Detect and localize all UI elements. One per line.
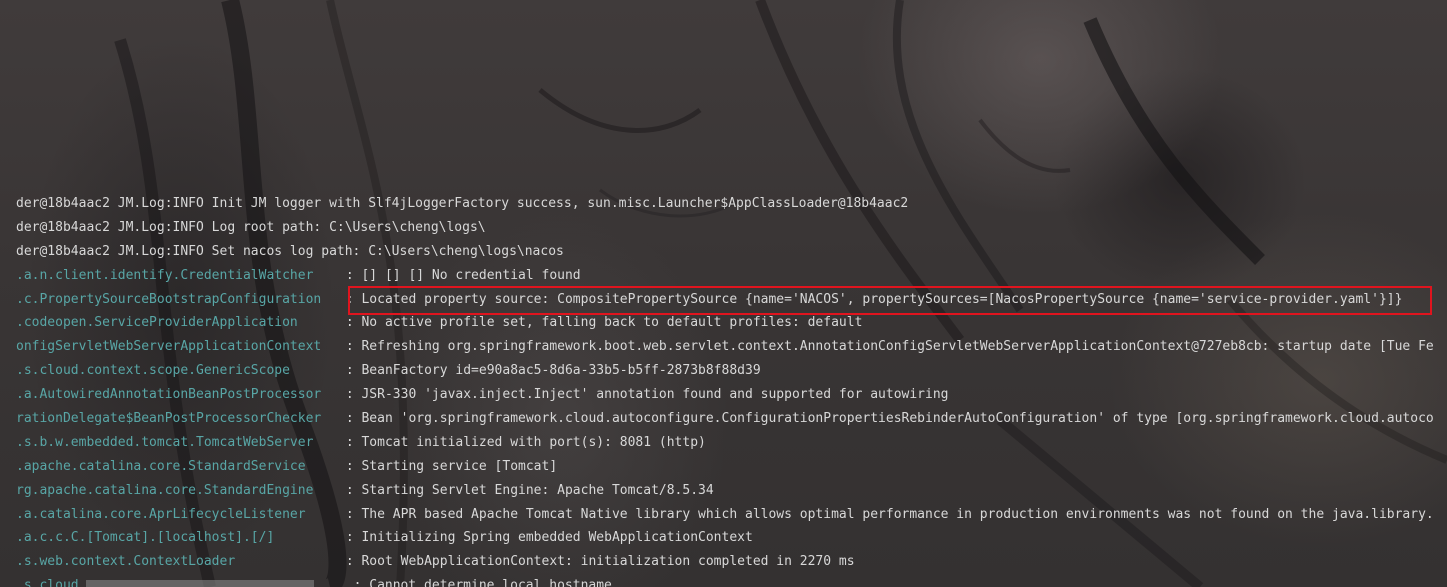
separator: : (338, 434, 362, 450)
log-message: The APR based Apache Tomcat Native libra… (361, 506, 1434, 522)
log-message: No active profile set, falling back to d… (361, 315, 863, 331)
logger-name[interactable]: rg.apache.catalina.core.StandardEngine (16, 479, 338, 503)
run-console-output: der@18b4aac2 JM.Log:INFO Init JM logger … (16, 192, 1447, 587)
separator: : (338, 554, 362, 570)
log-message: BeanFactory id=e90a8ac5-8d6a-33b5-b5ff-2… (361, 363, 761, 379)
highlighted-message: Located property source: CompositeProper… (361, 291, 1403, 307)
padding (314, 578, 345, 587)
console-line: .codeopen.ServiceProviderApplication : N… (16, 311, 1447, 335)
log-message: der@18b4aac2 JM.Log:INFO Init JM logger … (16, 196, 909, 211)
separator: : (338, 387, 362, 403)
console-line: .a.c.c.C.[Tomcat].[localhost].[/] : Init… (16, 526, 1447, 550)
console-line: rationDelegate$BeanPostProcessorChecker … (16, 407, 1447, 431)
separator: : (338, 339, 362, 355)
console-line: .a.catalina.core.AprLifecycleListener : … (16, 503, 1447, 527)
separator: : (338, 363, 362, 379)
logger-name[interactable]: .s.web.context.ContextLoader (16, 550, 338, 574)
log-message: Starting service [Tomcat] (361, 458, 558, 474)
log-message: Tomcat initialized with port(s): 8081 (h… (361, 434, 706, 450)
logger-name[interactable]: .codeopen.ServiceProviderApplication (16, 311, 338, 335)
logger-name[interactable]: .a.catalina.core.AprLifecycleListener (16, 503, 338, 527)
console-line: .s.cloud.context.scope.GenericScope : Be… (16, 359, 1447, 383)
logger-name[interactable]: onfigServletWebServerApplicationContext (16, 335, 338, 359)
logger-name[interactable]: .a.n.client.identify.CredentialWatcher (16, 264, 338, 288)
console-line: .s.web.context.ContextLoader : Root WebA… (16, 550, 1447, 574)
logger-name[interactable]: .a.AutowiredAnnotationBeanPostProcessor (16, 383, 338, 407)
log-message: Root WebApplicationContext: initializati… (361, 554, 855, 570)
separator: : (338, 530, 362, 546)
separator: : (338, 458, 362, 474)
log-message: Starting Servlet Engine: Apache Tomcat/8… (361, 482, 714, 498)
logger-name[interactable]: .apache.catalina.core.StandardService (16, 455, 338, 479)
separator: : (338, 315, 362, 331)
logger-name[interactable]: .a.c.c.C.[Tomcat].[localhost].[/] (16, 526, 338, 550)
log-message: Initializing Spring embedded WebApplicat… (361, 530, 753, 546)
logger-name[interactable]: .c.PropertySourceBootstrapConfiguration (16, 288, 338, 312)
console-line: .a.AutowiredAnnotationBeanPostProcessor … (16, 383, 1447, 407)
logger-name[interactable]: .s.b.w.embedded.tomcat.TomcatWebServer (16, 431, 338, 455)
separator: : (345, 578, 370, 587)
console-line: .s.b.w.embedded.tomcat.TomcatWebServer :… (16, 431, 1447, 455)
log-message: Cannot determine local hostname (369, 578, 612, 587)
separator: : (338, 482, 362, 498)
logger-name[interactable]: .s.cloud.context.scope.GenericScope (16, 359, 338, 383)
console-line: .c.PropertySourceBootstrapConfiguration … (16, 288, 1447, 312)
console-line: der@18b4aac2 JM.Log:INFO Init JM logger … (16, 192, 1447, 216)
logger-name[interactable]: .s.cloud. (16, 574, 86, 587)
log-message: der@18b4aac2 JM.Log:INFO Set nacos log p… (16, 243, 564, 259)
separator: : (338, 411, 362, 427)
logger-name[interactable]: rationDelegate$BeanPostProcessorChecker (16, 407, 338, 431)
console-line: .apache.catalina.core.StandardService : … (16, 455, 1447, 479)
log-message: [] [] [] No credential found (361, 267, 581, 283)
separator: : (338, 267, 362, 283)
console-line: .a.n.client.identify.CredentialWatcher :… (16, 264, 1447, 288)
log-message: der@18b4aac2 JM.Log:INFO Log root path: … (16, 219, 486, 235)
console-line: der@18b4aac2 JM.Log:INFO Set nacos log p… (16, 240, 1447, 264)
separator: : (338, 291, 362, 307)
log-message: JSR-330 'javax.inject.Inject' annotation… (361, 387, 949, 403)
console-line: onfigServletWebServerApplicationContext … (16, 335, 1447, 359)
console-line: der@18b4aac2 JM.Log:INFO Log root path: … (16, 216, 1447, 240)
redacted-overlay (86, 579, 315, 587)
console-line: rg.apache.catalina.core.StandardEngine :… (16, 479, 1447, 503)
log-message: Refreshing org.springframework.boot.web.… (361, 339, 1434, 355)
separator: : (338, 506, 362, 522)
console-line: .s.cloud. : Cannot determine local hostn… (16, 574, 1447, 587)
log-message: Bean 'org.springframework.cloud.autoconf… (361, 411, 1434, 427)
